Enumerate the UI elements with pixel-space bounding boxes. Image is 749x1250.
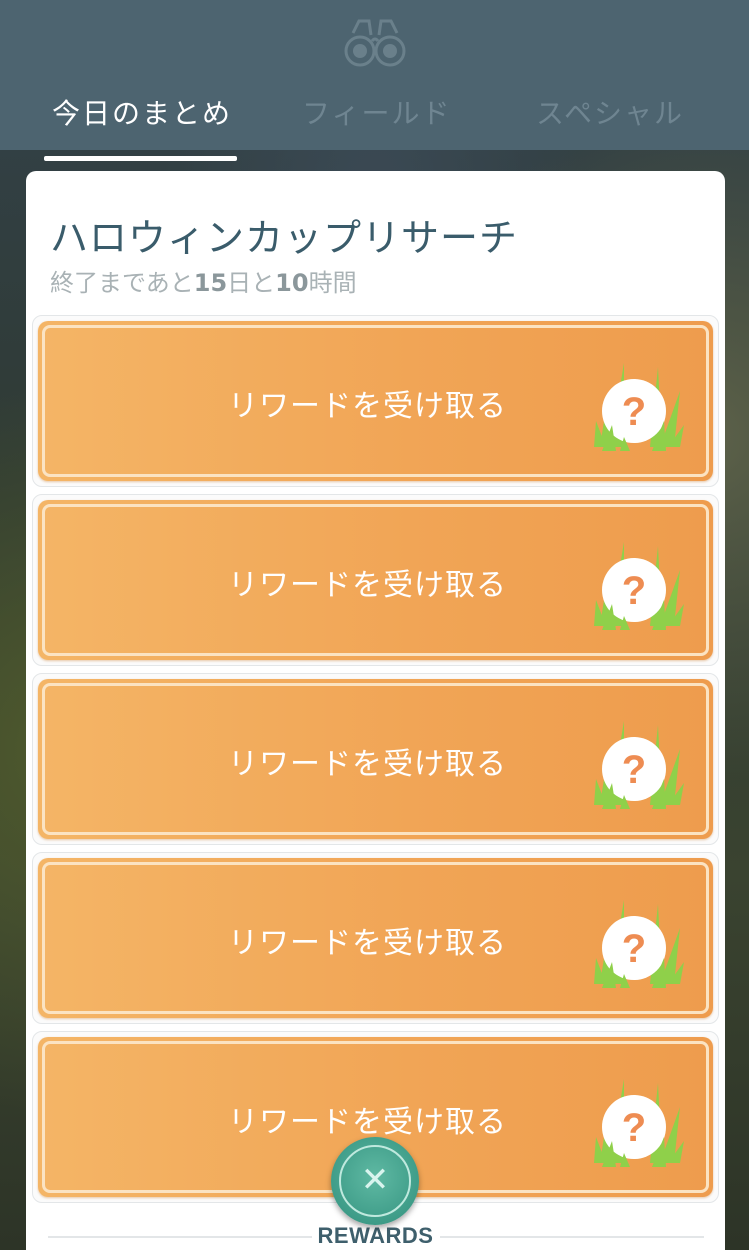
claim-reward-button[interactable]: リワードを受け取る ?: [38, 858, 713, 1018]
svg-text:?: ?: [622, 390, 646, 434]
claim-reward-button[interactable]: リワードを受け取る ?: [38, 679, 713, 839]
svg-text:?: ?: [622, 1106, 646, 1150]
svg-text:?: ?: [622, 927, 646, 971]
close-button[interactable]: ✕: [331, 1137, 419, 1225]
tab-field[interactable]: フィールド: [302, 94, 451, 134]
days-unit: 日と: [227, 269, 276, 297]
claim-reward-button[interactable]: リワードを受け取る ?: [38, 321, 713, 481]
days-value: 15: [193, 269, 228, 297]
reward-item: リワードを受け取る ?: [32, 852, 719, 1024]
time-remaining: 終了まであと15日と10時間: [50, 263, 357, 298]
reward-item: リワードを受け取る ?: [32, 494, 719, 666]
rewards-section-label: REWARDS: [317, 1223, 434, 1248]
claim-reward-label: リワードを受け取る: [228, 568, 507, 603]
mystery-reward-icon: ?: [594, 900, 684, 988]
binoculars-icon: [344, 19, 406, 67]
claim-reward-label: リワードを受け取る: [228, 389, 507, 424]
tab-today-summary[interactable]: 今日のまとめ: [52, 94, 232, 134]
svg-text:?: ?: [622, 569, 646, 613]
hours-value: 10: [275, 269, 309, 297]
claim-reward-label: リワードを受け取る: [228, 747, 507, 782]
svg-text:?: ?: [622, 748, 646, 792]
reward-item: リワードを受け取る ?: [32, 673, 719, 845]
mystery-reward-icon: ?: [594, 721, 684, 809]
mystery-reward-icon: ?: [594, 363, 684, 451]
mystery-reward-icon: ?: [594, 542, 684, 630]
reward-item: リワードを受け取る ?: [32, 315, 719, 487]
time-remaining-prefix: 終了まであと: [50, 269, 194, 297]
active-tab-indicator: [44, 156, 237, 161]
hours-unit: 時間: [308, 269, 357, 297]
close-icon: ✕: [360, 1160, 390, 1200]
header-bar: 今日のまとめ フィールド スペシャル: [0, 0, 749, 150]
mystery-reward-icon: ?: [594, 1079, 684, 1167]
tab-special[interactable]: スペシャル: [536, 94, 684, 134]
research-card: ハロウィンカップリサーチ 終了まであと15日と10時間 リワードを受け取る ?: [26, 171, 725, 1250]
claim-reward-label: リワードを受け取る: [228, 926, 507, 961]
claim-reward-button[interactable]: リワードを受け取る ?: [38, 500, 713, 660]
research-title: ハロウィンカップリサーチ: [50, 216, 519, 260]
claim-reward-label: リワードを受け取る: [228, 1105, 507, 1140]
